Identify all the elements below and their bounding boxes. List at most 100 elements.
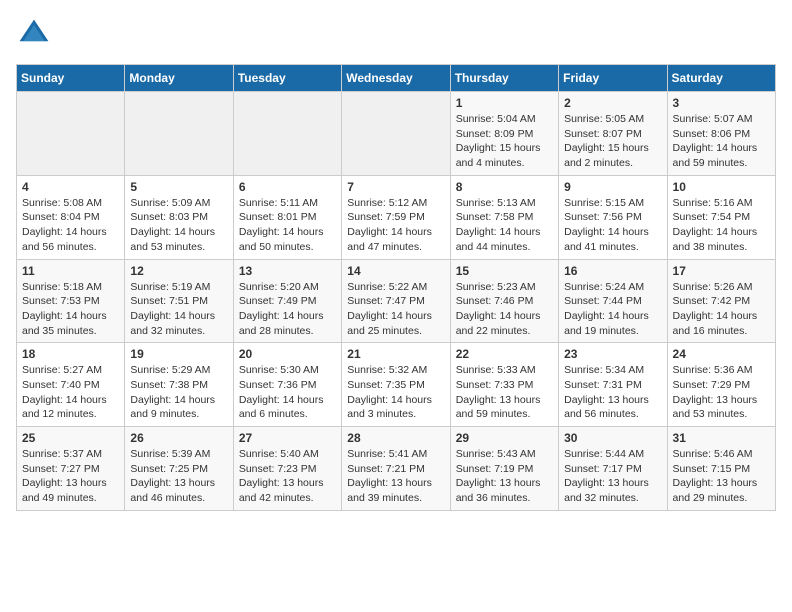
- day-info: Sunrise: 5:22 AM Sunset: 7:47 PM Dayligh…: [347, 280, 444, 339]
- calendar-cell: [17, 92, 125, 176]
- calendar-cell: 21 Sunrise: 5:32 AM Sunset: 7:35 PM Dayli…: [342, 343, 450, 427]
- day-info: Sunrise: 5:16 AM Sunset: 7:54 PM Dayligh…: [673, 196, 770, 255]
- calendar-cell: 5Sunrise: 5:09 AM Sunset: 8:03 PM Daylig…: [125, 175, 233, 259]
- calendar-table: SundayMondayTuesdayWednesdayThursdayFrid…: [16, 64, 776, 511]
- day-of-week-header: Monday: [125, 65, 233, 92]
- calendar-cell: [233, 92, 341, 176]
- calendar-cell: 13 Sunrise: 5:20 AM Sunset: 7:49 PM Dayli…: [233, 259, 341, 343]
- calendar-cell: 23 Sunrise: 5:34 AM Sunset: 7:31 PM Dayli…: [559, 343, 667, 427]
- day-info: Sunrise: 5:24 AM Sunset: 7:44 PM Dayligh…: [564, 280, 661, 339]
- calendar-cell: 24Sunrise: 5:36 AM Sunset: 7:29 PM Dayli…: [667, 343, 775, 427]
- day-of-week-header: Thursday: [450, 65, 558, 92]
- day-info: Sunrise: 5:11 AM Sunset: 8:01 PM Dayligh…: [239, 196, 336, 255]
- calendar-cell: 29Sunrise: 5:43 AM Sunset: 7:19 PM Dayli…: [450, 427, 558, 511]
- logo-icon: [16, 16, 52, 52]
- day-number: 10: [673, 180, 770, 194]
- calendar-body: 1 Sunrise: 5:04 AM Sunset: 8:09 PM Daylig…: [17, 92, 776, 511]
- day-info: Sunrise: 5:44 AM Sunset: 7:17 PM Dayligh…: [564, 447, 661, 506]
- day-info: Sunrise: 5:13 AM Sunset: 7:58 PM Dayligh…: [456, 196, 553, 255]
- day-info: Sunrise: 5:07 AM Sunset: 8:06 PM Dayligh…: [673, 112, 770, 171]
- day-info: Sunrise: 5:39 AM Sunset: 7:25 PM Dayligh…: [130, 447, 227, 506]
- day-number: 6: [239, 180, 336, 194]
- day-number: 21: [347, 347, 444, 361]
- calendar-cell: 20Sunrise: 5:30 AM Sunset: 7:36 PM Dayli…: [233, 343, 341, 427]
- day-number: 8: [456, 180, 553, 194]
- day-number: 9: [564, 180, 661, 194]
- day-info: Sunrise: 5:36 AM Sunset: 7:29 PM Dayligh…: [673, 363, 770, 422]
- day-number: 22: [456, 347, 553, 361]
- day-info: Sunrise: 5:09 AM Sunset: 8:03 PM Dayligh…: [130, 196, 227, 255]
- calendar-week-row: 4 Sunrise: 5:08 AM Sunset: 8:04 PM Daylig…: [17, 175, 776, 259]
- day-of-week-header: Wednesday: [342, 65, 450, 92]
- day-info: Sunrise: 5:29 AM Sunset: 7:38 PM Dayligh…: [130, 363, 227, 422]
- calendar-cell: 8 Sunrise: 5:13 AM Sunset: 7:58 PM Daylig…: [450, 175, 558, 259]
- calendar-cell: 16Sunrise: 5:24 AM Sunset: 7:44 PM Dayli…: [559, 259, 667, 343]
- day-number: 25: [22, 431, 119, 445]
- calendar-cell: 6 Sunrise: 5:11 AM Sunset: 8:01 PM Daylig…: [233, 175, 341, 259]
- day-number: 27: [239, 431, 336, 445]
- calendar-cell: 3Sunrise: 5:07 AM Sunset: 8:06 PM Daylig…: [667, 92, 775, 176]
- header-row: SundayMondayTuesdayWednesdayThursdayFrid…: [17, 65, 776, 92]
- calendar-cell: 10 Sunrise: 5:16 AM Sunset: 7:54 PM Dayli…: [667, 175, 775, 259]
- day-number: 31: [673, 431, 770, 445]
- day-number: 28: [347, 431, 444, 445]
- day-info: Sunrise: 5:40 AM Sunset: 7:23 PM Dayligh…: [239, 447, 336, 506]
- calendar-cell: 2Sunrise: 5:05 AM Sunset: 8:07 PM Daylig…: [559, 92, 667, 176]
- day-number: 29: [456, 431, 553, 445]
- day-info: Sunrise: 5:32 AM Sunset: 7:35 PM Dayligh…: [347, 363, 444, 422]
- calendar-cell: 15Sunrise: 5:23 AM Sunset: 7:46 PM Dayli…: [450, 259, 558, 343]
- calendar-cell: 14 Sunrise: 5:22 AM Sunset: 7:47 PM Dayli…: [342, 259, 450, 343]
- day-number: 7: [347, 180, 444, 194]
- day-of-week-header: Tuesday: [233, 65, 341, 92]
- day-info: Sunrise: 5:08 AM Sunset: 8:04 PM Dayligh…: [22, 196, 119, 255]
- calendar-cell: 22 Sunrise: 5:33 AM Sunset: 7:33 PM Dayli…: [450, 343, 558, 427]
- day-info: Sunrise: 5:05 AM Sunset: 8:07 PM Dayligh…: [564, 112, 661, 171]
- day-info: Sunrise: 5:27 AM Sunset: 7:40 PM Dayligh…: [22, 363, 119, 422]
- calendar-cell: 31Sunrise: 5:46 AM Sunset: 7:15 PM Dayli…: [667, 427, 775, 511]
- calendar-cell: 11Sunrise: 5:18 AM Sunset: 7:53 PM Dayli…: [17, 259, 125, 343]
- day-info: Sunrise: 5:20 AM Sunset: 7:49 PM Dayligh…: [239, 280, 336, 339]
- calendar-cell: 12 Sunrise: 5:19 AM Sunset: 7:51 PM Dayli…: [125, 259, 233, 343]
- calendar-cell: 4 Sunrise: 5:08 AM Sunset: 8:04 PM Daylig…: [17, 175, 125, 259]
- calendar-week-row: 11Sunrise: 5:18 AM Sunset: 7:53 PM Dayli…: [17, 259, 776, 343]
- calendar-cell: [125, 92, 233, 176]
- day-info: Sunrise: 5:15 AM Sunset: 7:56 PM Dayligh…: [564, 196, 661, 255]
- calendar-cell: 28Sunrise: 5:41 AM Sunset: 7:21 PM Dayli…: [342, 427, 450, 511]
- day-number: 12: [130, 264, 227, 278]
- calendar-cell: 18 Sunrise: 5:27 AM Sunset: 7:40 PM Dayli…: [17, 343, 125, 427]
- calendar-week-row: 1 Sunrise: 5:04 AM Sunset: 8:09 PM Daylig…: [17, 92, 776, 176]
- calendar-cell: 7Sunrise: 5:12 AM Sunset: 7:59 PM Daylig…: [342, 175, 450, 259]
- calendar-week-row: 25 Sunrise: 5:37 AM Sunset: 7:27 PM Dayli…: [17, 427, 776, 511]
- day-number: 23: [564, 347, 661, 361]
- calendar-header: SundayMondayTuesdayWednesdayThursdayFrid…: [17, 65, 776, 92]
- calendar-cell: 26 Sunrise: 5:39 AM Sunset: 7:25 PM Dayli…: [125, 427, 233, 511]
- calendar-week-row: 18 Sunrise: 5:27 AM Sunset: 7:40 PM Dayli…: [17, 343, 776, 427]
- day-of-week-header: Saturday: [667, 65, 775, 92]
- day-number: 26: [130, 431, 227, 445]
- day-of-week-header: Friday: [559, 65, 667, 92]
- calendar-cell: 17Sunrise: 5:26 AM Sunset: 7:42 PM Dayli…: [667, 259, 775, 343]
- day-number: 18: [22, 347, 119, 361]
- calendar-cell: 19 Sunrise: 5:29 AM Sunset: 7:38 PM Dayli…: [125, 343, 233, 427]
- calendar-cell: 1 Sunrise: 5:04 AM Sunset: 8:09 PM Daylig…: [450, 92, 558, 176]
- calendar-cell: 30 Sunrise: 5:44 AM Sunset: 7:17 PM Dayli…: [559, 427, 667, 511]
- day-number: 4: [22, 180, 119, 194]
- day-info: Sunrise: 5:19 AM Sunset: 7:51 PM Dayligh…: [130, 280, 227, 339]
- calendar-cell: 25 Sunrise: 5:37 AM Sunset: 7:27 PM Dayli…: [17, 427, 125, 511]
- calendar-cell: 27 Sunrise: 5:40 AM Sunset: 7:23 PM Dayli…: [233, 427, 341, 511]
- day-info: Sunrise: 5:37 AM Sunset: 7:27 PM Dayligh…: [22, 447, 119, 506]
- day-number: 14: [347, 264, 444, 278]
- day-info: Sunrise: 5:04 AM Sunset: 8:09 PM Dayligh…: [456, 112, 553, 171]
- day-of-week-header: Sunday: [17, 65, 125, 92]
- day-number: 19: [130, 347, 227, 361]
- day-number: 1: [456, 96, 553, 110]
- day-number: 30: [564, 431, 661, 445]
- calendar-cell: 9 Sunrise: 5:15 AM Sunset: 7:56 PM Daylig…: [559, 175, 667, 259]
- day-info: Sunrise: 5:34 AM Sunset: 7:31 PM Dayligh…: [564, 363, 661, 422]
- day-number: 13: [239, 264, 336, 278]
- calendar-cell: [342, 92, 450, 176]
- header: [16, 16, 776, 52]
- day-number: 11: [22, 264, 119, 278]
- day-info: Sunrise: 5:23 AM Sunset: 7:46 PM Dayligh…: [456, 280, 553, 339]
- day-info: Sunrise: 5:33 AM Sunset: 7:33 PM Dayligh…: [456, 363, 553, 422]
